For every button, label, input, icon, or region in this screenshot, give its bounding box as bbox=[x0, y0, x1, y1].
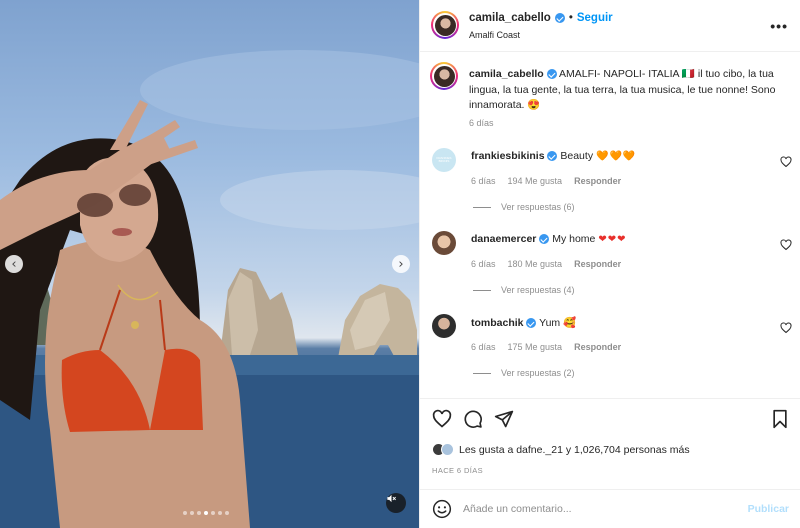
comment-likes[interactable]: 194 Me gusta bbox=[508, 176, 563, 186]
smile-icon[interactable] bbox=[432, 499, 452, 519]
comment-emoji: ❤❤❤ bbox=[598, 234, 627, 245]
action-bar: Les gusta a dafne._21 y 1,026,704 person… bbox=[420, 398, 800, 528]
share-icon[interactable] bbox=[494, 409, 514, 429]
publish-button[interactable]: Publicar bbox=[748, 503, 789, 515]
comment-text: frankiesbikinis Beauty 🧡🧡🧡 bbox=[471, 150, 636, 162]
comment-box: Publicar bbox=[420, 489, 800, 528]
view-replies-button[interactable]: Ver respuestas (6) bbox=[473, 202, 575, 212]
post-timestamp[interactable]: HACE 6 DÍAS bbox=[432, 466, 483, 475]
comment-item: FRANKIES BIKINIS frankiesbikinis Beauty … bbox=[432, 146, 792, 226]
location-link[interactable]: Amalfi Coast bbox=[469, 30, 520, 40]
caption-username[interactable]: camila_cabello bbox=[469, 68, 544, 80]
carousel-dot bbox=[183, 511, 187, 515]
comment-avatar[interactable] bbox=[432, 231, 456, 255]
comment-time[interactable]: 6 días bbox=[471, 342, 496, 352]
carousel-dot bbox=[204, 511, 208, 515]
heart-icon[interactable] bbox=[780, 239, 792, 251]
comment-text: tombachik Yum 🥰 bbox=[471, 316, 576, 329]
comment-likes[interactable]: 180 Me gusta bbox=[508, 259, 563, 269]
comment-item: tombachik Yum 🥰 6 días 175 Me gusta Resp… bbox=[432, 312, 792, 392]
carousel-dot bbox=[190, 511, 194, 515]
heart-icon[interactable] bbox=[432, 409, 452, 429]
more-icon[interactable]: ••• bbox=[770, 18, 788, 34]
separator: • bbox=[568, 12, 573, 24]
caption-text: camila_cabello AMALFI- NAPOLI- ITALIA 🇮🇹… bbox=[469, 67, 789, 114]
carousel-dot bbox=[197, 511, 201, 515]
mute-icon[interactable] bbox=[386, 493, 406, 513]
comment-emoji: 🥰 bbox=[563, 317, 577, 329]
replies-line bbox=[473, 289, 491, 291]
post-header: camila_cabello • Seguir Amalfi Coast ••• bbox=[420, 0, 800, 52]
follow-button[interactable]: Seguir bbox=[577, 12, 613, 24]
comment-body: My home bbox=[552, 233, 596, 245]
comment-input[interactable] bbox=[463, 498, 733, 520]
verified-icon bbox=[539, 234, 550, 245]
carousel-dot bbox=[218, 511, 222, 515]
reply-button[interactable]: Responder bbox=[574, 259, 621, 269]
replies-line bbox=[473, 372, 491, 374]
view-replies-button[interactable]: Ver respuestas (2) bbox=[473, 368, 575, 378]
comment-avatar[interactable]: FRANKIES BIKINIS bbox=[432, 148, 456, 172]
verified-icon bbox=[546, 69, 557, 80]
comment-item: danaemercer My home ❤❤❤ 6 días 180 Me gu… bbox=[432, 229, 792, 309]
view-replies-label: Ver respuestas (4) bbox=[501, 285, 575, 295]
post-panel: camila_cabello • Seguir Amalfi Coast •••… bbox=[419, 0, 800, 528]
carousel-dot bbox=[225, 511, 229, 515]
comment-avatar[interactable] bbox=[432, 314, 456, 338]
heart-icon[interactable] bbox=[780, 156, 792, 168]
comment-username[interactable]: danaemercer bbox=[471, 233, 536, 245]
caption-avatar[interactable] bbox=[430, 62, 458, 90]
verified-icon bbox=[526, 318, 537, 329]
bookmark-icon[interactable] bbox=[770, 409, 790, 429]
carousel-dot bbox=[211, 511, 215, 515]
comment-time[interactable]: 6 días bbox=[471, 176, 496, 186]
likes-summary[interactable]: Les gusta a dafne._21 y 1,026,704 person… bbox=[432, 443, 690, 456]
view-replies-label: Ver respuestas (2) bbox=[501, 368, 575, 378]
photo-scene bbox=[0, 50, 419, 528]
caption-time[interactable]: 6 días bbox=[469, 118, 494, 128]
chevron-right-icon[interactable]: › bbox=[392, 255, 410, 273]
likes-text: Les gusta a dafne._21 y 1,026,704 person… bbox=[459, 443, 690, 456]
replies-line bbox=[473, 206, 491, 208]
verified-icon bbox=[547, 151, 558, 162]
comment-text: danaemercer My home ❤❤❤ bbox=[471, 233, 626, 245]
reply-button[interactable]: Responder bbox=[574, 342, 621, 352]
post-username[interactable]: camila_cabello bbox=[469, 12, 551, 24]
view-replies-label: Ver respuestas (6) bbox=[501, 202, 575, 212]
comment-icon[interactable] bbox=[463, 409, 483, 429]
mute-glyph bbox=[387, 494, 396, 503]
avatar bbox=[441, 443, 454, 456]
reply-button[interactable]: Responder bbox=[574, 176, 621, 186]
view-replies-button[interactable]: Ver respuestas (4) bbox=[473, 285, 575, 295]
comment-username[interactable]: tombachik bbox=[471, 317, 524, 329]
comment-emoji: 🧡🧡🧡 bbox=[596, 151, 637, 162]
post-image[interactable]: ‹ › bbox=[0, 0, 419, 528]
comment-username[interactable]: frankiesbikinis bbox=[471, 150, 545, 162]
carousel-dots bbox=[183, 511, 229, 515]
verified-icon bbox=[554, 13, 565, 23]
chevron-left-icon[interactable]: ‹ bbox=[5, 255, 23, 273]
comment-time[interactable]: 6 días bbox=[471, 259, 496, 269]
avatar[interactable] bbox=[431, 11, 459, 39]
comment-likes[interactable]: 175 Me gusta bbox=[508, 342, 563, 352]
comment-body: Beauty bbox=[560, 150, 594, 162]
comment-body: Yum bbox=[539, 317, 561, 329]
heart-icon[interactable] bbox=[780, 322, 792, 334]
